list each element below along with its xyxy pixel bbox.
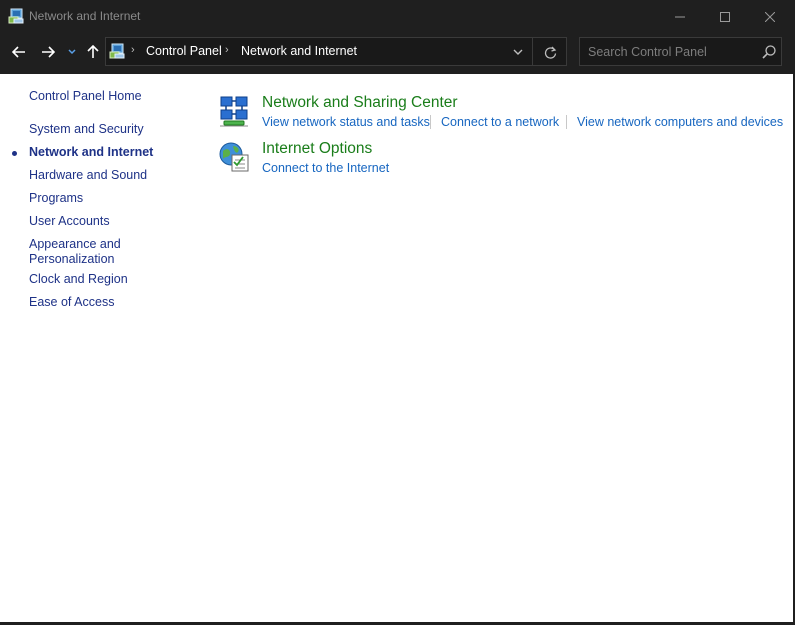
close-button[interactable] [747,0,793,33]
task-view-network-status[interactable]: View network status and tasks [262,115,430,129]
address-dropdown-button[interactable] [510,44,526,60]
breadcrumb-separator[interactable]: › [131,44,135,56]
sidebar-item-clock-and-region[interactable]: Clock and Region [29,272,128,287]
task-separator [566,115,567,129]
search-icon[interactable] [761,44,777,60]
refresh-icon [544,46,556,59]
sidebar-item-label: Appearance and [29,237,121,251]
back-button[interactable] [8,41,30,63]
maximize-button[interactable] [702,0,748,33]
breadcrumb-network-and-internet[interactable]: Network and Internet [241,44,357,58]
recent-locations-button[interactable] [64,41,80,63]
maximize-icon [720,11,730,22]
sidebar-item-network-and-internet[interactable]: Network and Internet [29,145,153,160]
task-separator [430,115,431,129]
breadcrumb-control-panel[interactable]: Control Panel [146,44,222,58]
task-connect-to-internet[interactable]: Connect to the Internet [262,161,389,175]
sidebar-item-ease-of-access[interactable]: Ease of Access [29,295,114,310]
breadcrumb-separator[interactable]: › [225,44,229,56]
sidebar-item-label-line2: Personalization [29,252,115,266]
close-icon [765,11,775,22]
up-button[interactable] [82,41,104,63]
minimize-button[interactable] [657,0,703,33]
current-item-bullet [12,151,17,156]
chevron-down-icon [68,49,76,55]
navigation-bar: › Control Panel › Network and Internet [0,33,795,74]
address-bar[interactable]: › Control Panel › Network and Internet [105,37,567,66]
chevron-down-icon [513,49,523,55]
sidebar-item-appearance-and-personalization[interactable]: Appearance and Personalization [29,237,121,267]
category-title-network-and-sharing-center[interactable]: Network and Sharing Center [262,94,458,112]
task-view-network-computers[interactable]: View network computers and devices [577,115,783,129]
arrow-right-icon [42,46,55,58]
control-panel-icon [109,43,125,59]
internet-options-icon[interactable] [218,141,250,173]
minimize-icon [675,16,685,17]
title-bar: Network and Internet [0,0,795,33]
sidebar-home-link[interactable]: Control Panel Home [29,89,142,104]
arrow-up-icon [87,45,99,58]
address-divider [532,38,533,65]
sidebar-item-programs[interactable]: Programs [29,191,83,206]
task-connect-to-network[interactable]: Connect to a network [441,115,559,129]
window-title: Network and Internet [29,9,141,23]
forward-button[interactable] [37,41,59,63]
sidebar-item-hardware-and-sound[interactable]: Hardware and Sound [29,168,147,183]
search-input[interactable] [588,43,758,60]
control-panel-icon [8,8,24,24]
sidebar-item-system-and-security[interactable]: System and Security [29,122,144,137]
sidebar-item-user-accounts[interactable]: User Accounts [29,214,110,229]
refresh-button[interactable] [542,44,558,60]
network-sharing-center-icon[interactable] [218,95,250,127]
search-box[interactable] [579,37,782,66]
category-title-internet-options[interactable]: Internet Options [262,140,372,158]
content-pane: Control Panel Home System and Security N… [0,74,793,622]
arrow-left-icon [12,46,25,58]
